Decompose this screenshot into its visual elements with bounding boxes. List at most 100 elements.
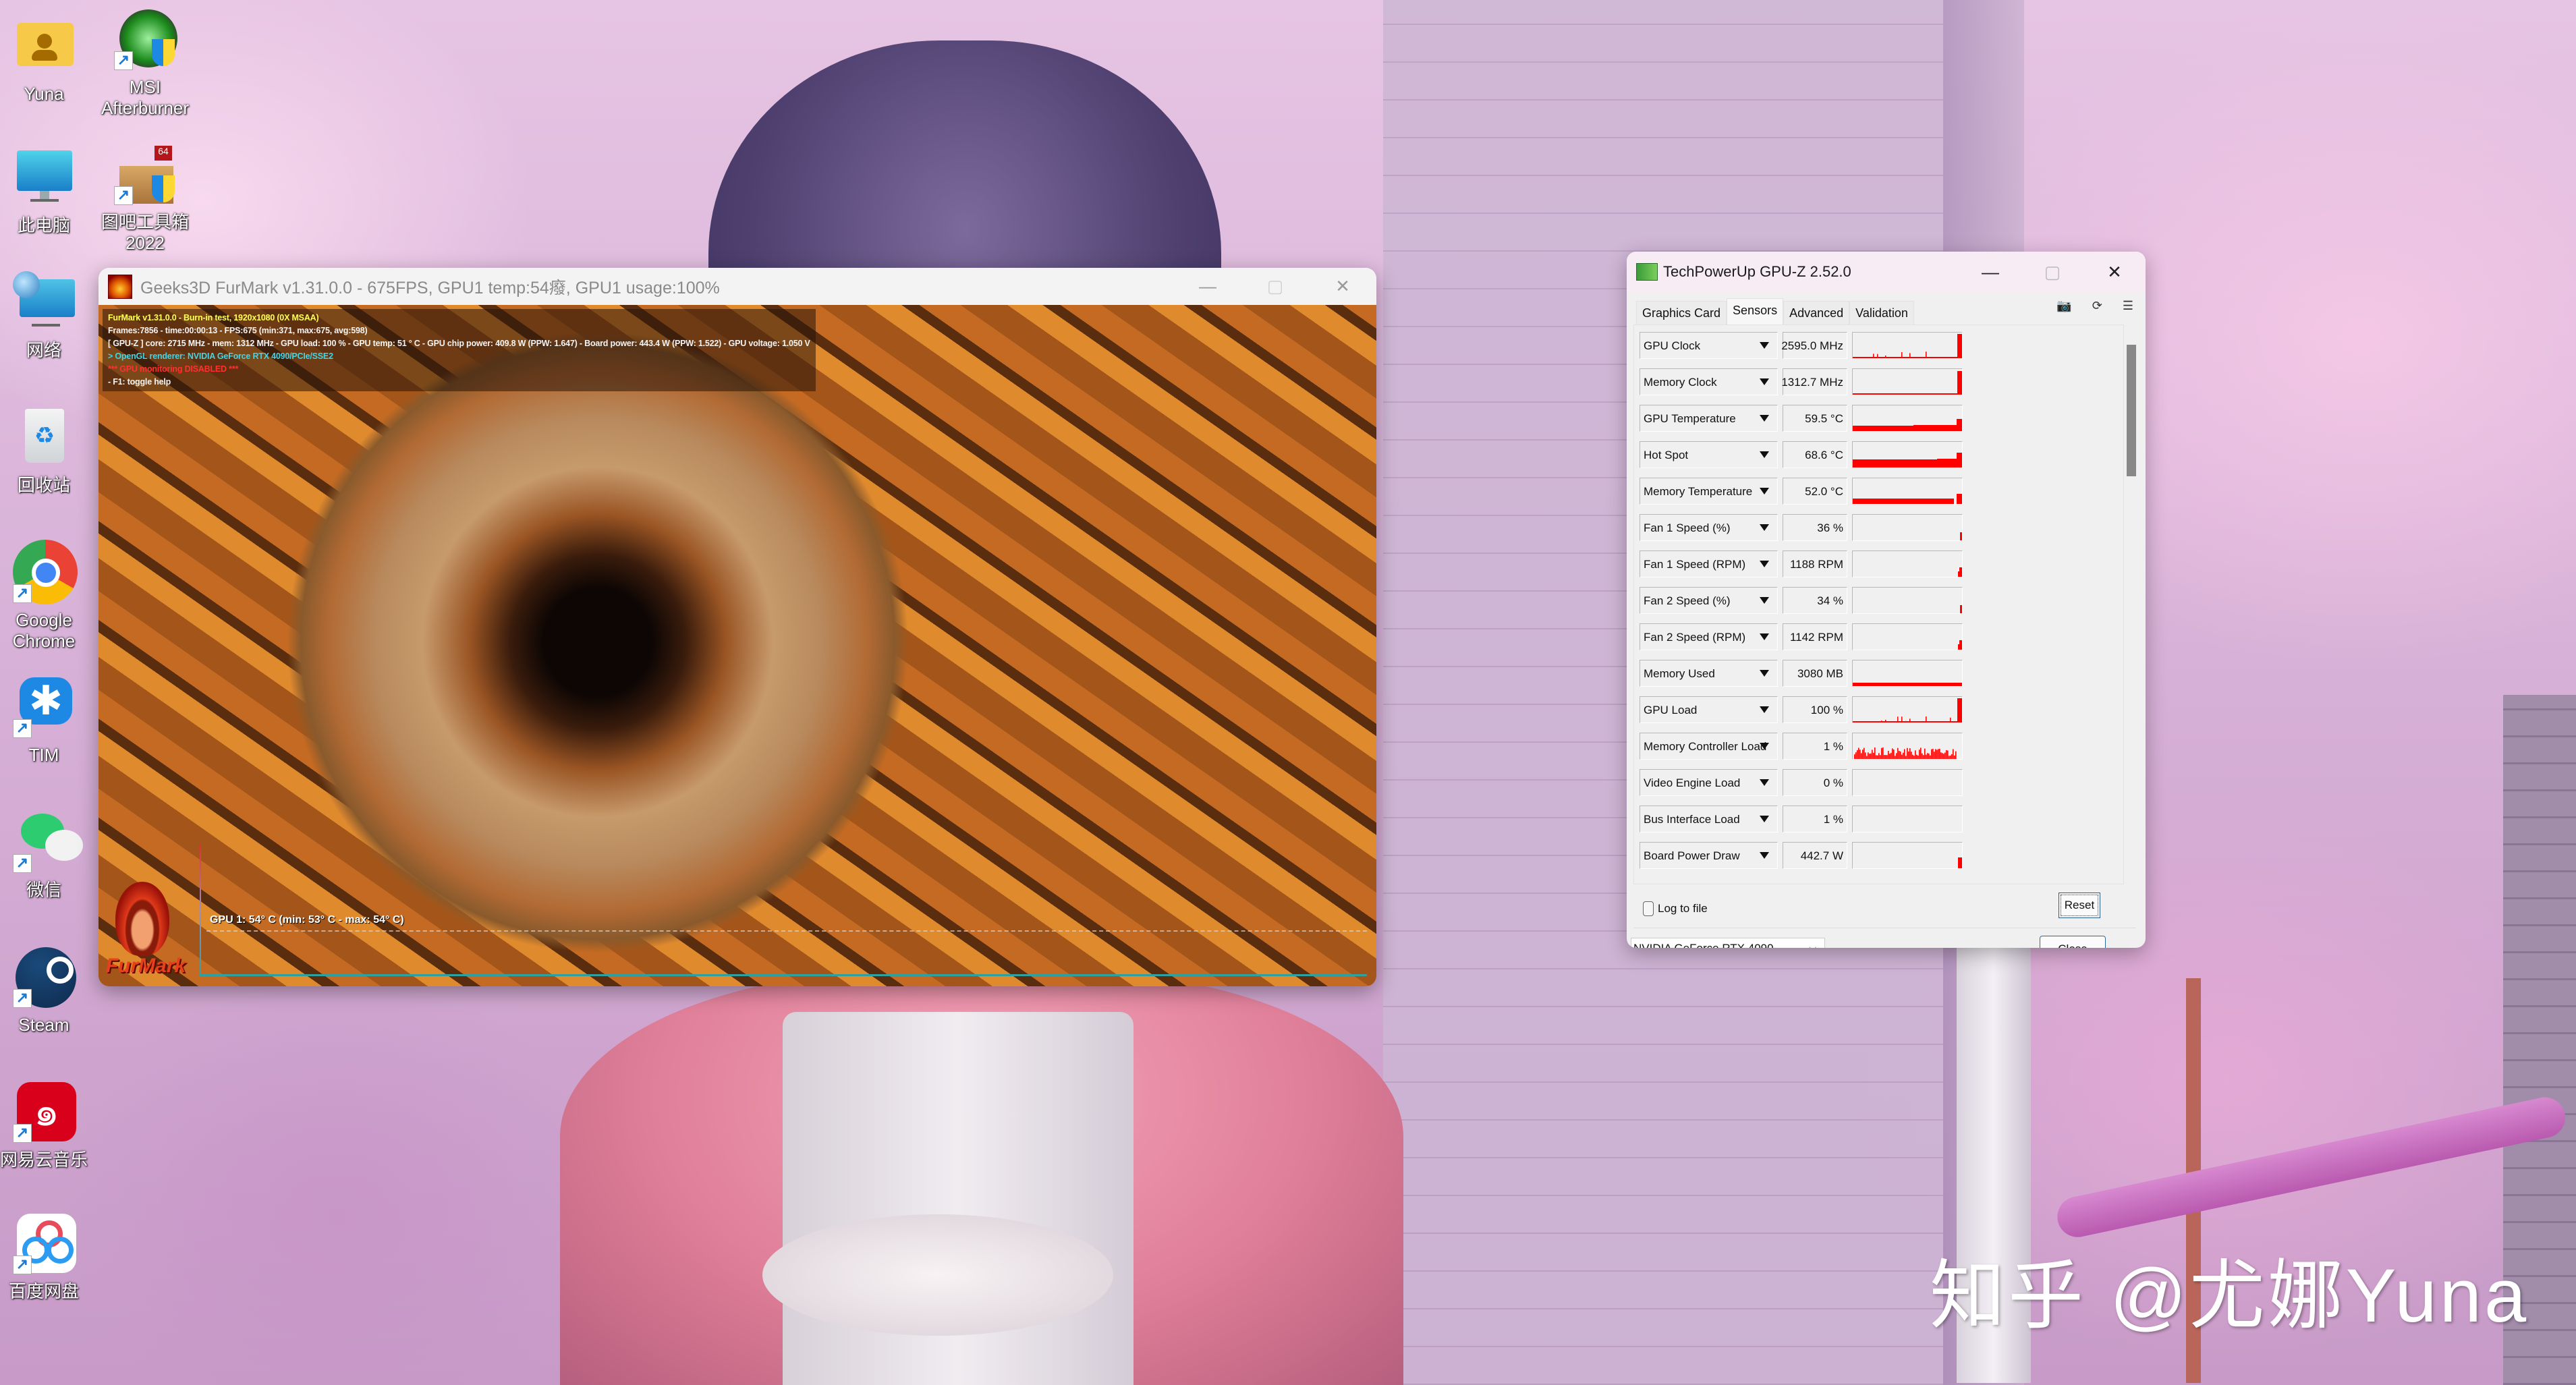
sensor-graph-plot (1853, 698, 1962, 723)
dropdown-arrow-icon[interactable] (1760, 816, 1769, 822)
graph-bar (1865, 752, 1866, 759)
dropdown-arrow-icon[interactable] (1760, 743, 1769, 750)
close-button[interactable]: ✕ (1309, 268, 1376, 305)
sensor-selector[interactable]: Fan 2 Speed (%) (1640, 587, 1778, 614)
sensor-value: 68.6 °C (1805, 449, 1843, 461)
desktop-icon-netease-music[interactable]: ๑ ↗ 网易云音乐 (0, 1079, 94, 1170)
sensor-graph-plot (1853, 494, 1962, 504)
desktop-icon-tuba-toolbox[interactable]: 64 ↗ 图吧工具箱 2022 (94, 142, 196, 254)
graph-bar (1900, 751, 1901, 759)
graph-bar (1858, 747, 1859, 759)
desktop-icon-steam[interactable]: ↗ Steam (0, 944, 94, 1036)
dropdown-arrow-icon[interactable] (1760, 852, 1769, 859)
gpuz-titlebar[interactable]: TechPowerUp GPU-Z 2.52.0 — ▢ ✕ (1627, 252, 2146, 292)
desktop-icon-tim[interactable]: ✱ ↗ TIM (0, 675, 94, 766)
graph-bar (1944, 752, 1946, 759)
sensor-selector[interactable]: Memory Used (1640, 660, 1778, 687)
furmark-window-title: Geeks3D FurMark v1.31.0.0 - 675FPS, GPU1… (140, 278, 720, 298)
desktop-icon-network[interactable]: 网络 (0, 270, 94, 361)
desktop-icon-baidu-netdisk[interactable]: ↗ 百度网盘 (0, 1211, 94, 1302)
sensor-selector[interactable]: Fan 1 Speed (RPM) (1640, 550, 1778, 577)
graph-bar (1915, 750, 1916, 759)
dropdown-arrow-icon[interactable] (1760, 670, 1769, 677)
sensor-graph (1852, 696, 1963, 723)
graph-bar (1926, 716, 1927, 723)
tab-advanced[interactable]: Advanced (1783, 301, 1850, 324)
camera-icon[interactable]: 📷 (2056, 299, 2071, 313)
graph-bar (1888, 751, 1889, 759)
sensor-name: Board Power Draw (1644, 849, 1740, 862)
minimize-button[interactable]: — (1959, 252, 2021, 292)
maximize-button[interactable]: ▢ (2021, 252, 2083, 292)
dropdown-arrow-icon[interactable] (1760, 706, 1769, 713)
sensor-graph (1852, 660, 1963, 687)
wallpaper-character-bow (762, 1214, 1113, 1336)
desktop-icon-this-pc[interactable]: 此电脑 (0, 145, 94, 236)
sensor-graph (1852, 514, 1963, 541)
tab-validation[interactable]: Validation (1849, 301, 1914, 324)
close-dialog-button[interactable]: Close (2040, 936, 2106, 948)
sensor-selector[interactable]: Video Engine Load (1640, 769, 1778, 796)
sensor-selector[interactable]: Board Power Draw (1640, 842, 1778, 869)
dropdown-arrow-icon[interactable] (1760, 415, 1769, 422)
graph-bar (1926, 754, 1927, 759)
graph-bar (1859, 750, 1861, 759)
dropdown-arrow-icon[interactable] (1760, 524, 1769, 531)
desktop-icon-recycle-bin[interactable]: ♻ 回收站 (0, 405, 94, 496)
gpuz-window[interactable]: TechPowerUp GPU-Z 2.52.0 — ▢ ✕ Graphics … (1627, 252, 2146, 948)
scrollbar-thumb[interactable] (2127, 345, 2136, 476)
refresh-icon[interactable]: ⟳ (2092, 299, 2102, 313)
sensors-scrollbar[interactable] (2125, 331, 2138, 871)
desktop-icon-msi-afterburner[interactable]: ↗ MSI Afterburner (94, 7, 196, 119)
graph-bar (1923, 755, 1924, 759)
sensor-selector[interactable]: GPU Temperature (1640, 405, 1778, 432)
sensor-value: 36 % (1817, 521, 1843, 534)
dropdown-arrow-icon[interactable] (1760, 633, 1769, 640)
watermark-text: 知乎 @尤娜Yuna (1930, 1253, 2529, 1338)
sensor-selector[interactable]: Hot Spot (1640, 441, 1778, 468)
graph-bar (1881, 720, 1882, 723)
furmark-temperature-graph: GPU 1: 54° C (min: 53° C - max: 54° C) (200, 845, 1367, 976)
dropdown-arrow-icon[interactable] (1760, 779, 1769, 786)
netease-music-icon: ๑ ↗ (11, 1079, 76, 1144)
sensor-selector[interactable]: GPU Load (1640, 696, 1778, 723)
sensor-selector[interactable]: Fan 1 Speed (%) (1640, 514, 1778, 541)
furmark-window[interactable]: Geeks3D FurMark v1.31.0.0 - 675FPS, GPU1… (99, 268, 1376, 986)
sensor-graph (1852, 332, 1963, 359)
sensor-selector[interactable]: Memory Controller Load (1640, 733, 1778, 760)
dropdown-arrow-icon[interactable] (1760, 488, 1769, 494)
minimize-button[interactable]: — (1174, 268, 1241, 305)
dropdown-arrow-icon[interactable] (1760, 597, 1769, 604)
desktop-icon-google-chrome[interactable]: ↗ Google Chrome (0, 540, 94, 652)
graph-bar (1891, 752, 1892, 759)
graph-temperature-label: GPU 1: 54° C (min: 53° C - max: 54° C) (210, 914, 404, 926)
sensor-selector[interactable]: Bus Interface Load (1640, 805, 1778, 832)
maximize-button[interactable]: ▢ (1241, 268, 1309, 305)
menu-icon[interactable]: ☰ (2123, 299, 2133, 313)
tab-sensors[interactable]: Sensors (1727, 298, 1784, 324)
sensor-value: 0 % (1823, 776, 1843, 789)
graph-bar (1880, 755, 1881, 759)
sensor-selector[interactable]: Fan 2 Speed (RPM) (1640, 623, 1778, 650)
close-button[interactable]: ✕ (2083, 252, 2146, 292)
furmark-titlebar[interactable]: Geeks3D FurMark v1.31.0.0 - 675FPS, GPU1… (99, 268, 1376, 305)
dropdown-arrow-icon[interactable] (1760, 561, 1769, 567)
desktop-icon-wechat[interactable]: ↗ 微信 (0, 810, 94, 901)
graph-bar (1917, 756, 1919, 759)
log-to-file-checkbox[interactable] (1643, 901, 1654, 916)
sensor-selector[interactable]: Memory Clock (1640, 368, 1778, 395)
graph-bar (1930, 755, 1931, 759)
sensor-selector[interactable]: GPU Clock (1640, 332, 1778, 359)
dropdown-arrow-icon[interactable] (1760, 378, 1769, 385)
reset-button[interactable]: Reset (2059, 893, 2100, 918)
tab-graphics-card[interactable]: Graphics Card (1636, 301, 1727, 324)
wechat-icon: ↗ (11, 810, 83, 874)
graph-bar (1940, 752, 1942, 759)
sensor-selector[interactable]: Memory Temperature (1640, 478, 1778, 505)
dropdown-arrow-icon[interactable] (1760, 451, 1769, 458)
dropdown-arrow-icon[interactable] (1760, 342, 1769, 349)
sensor-name: Memory Clock (1644, 376, 1717, 389)
gpu-select-dropdown[interactable]: NVIDIA GeForce RTX 4090 ⌵ (1631, 938, 1825, 948)
desktop-icon-yuna[interactable]: Yuna (0, 13, 94, 105)
log-to-file-option[interactable]: Log to file (1643, 901, 1708, 916)
